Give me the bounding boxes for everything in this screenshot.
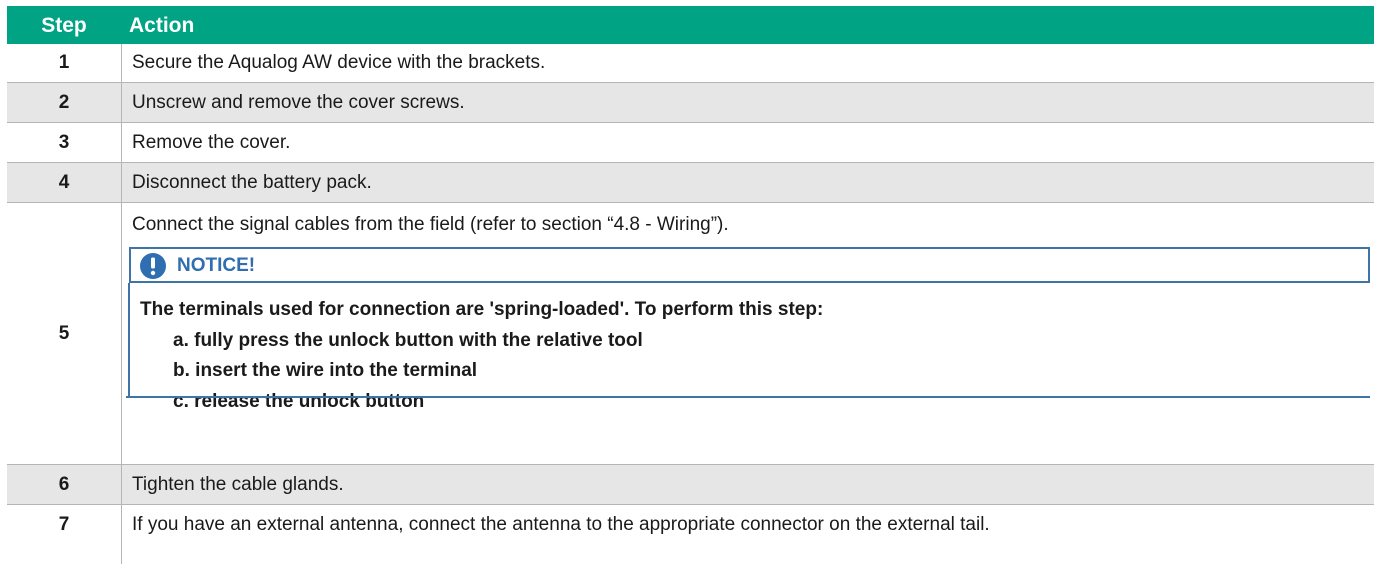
notice-divider (126, 396, 1370, 398)
step-action: Remove the cover. (132, 132, 291, 153)
table-row: 3 Remove the cover. (7, 122, 1374, 163)
step-number: 2 (58, 92, 70, 113)
step-action: Tighten the cable glands. (132, 474, 344, 495)
step-number: 3 (58, 132, 70, 153)
table-row: 5 Connect the signal cables from the fie… (7, 202, 1374, 465)
step-action: Unscrew and remove the cover screws. (132, 92, 465, 113)
table-row: 1 Secure the Aqualog AW device with the … (7, 44, 1374, 82)
notice-item: c. release the unlock button (173, 391, 425, 412)
notice-text: The terminals used for connection are 's… (140, 299, 824, 320)
step-number: 5 (58, 323, 70, 344)
step-number: 4 (58, 172, 70, 193)
table-row: 7 If you have an external antenna, conne… (7, 504, 1374, 545)
step-action: Connect the signal cables from the field… (132, 214, 729, 235)
notice-item: b. insert the wire into the terminal (173, 360, 478, 381)
notice-item: a. fully press the unlock button with th… (173, 330, 643, 351)
table-row: 6 Tighten the cable glands. (7, 464, 1374, 505)
step-number: 7 (58, 514, 70, 535)
table-header: Step Action (7, 6, 1374, 44)
step-action: If you have an external antenna, connect… (132, 514, 990, 535)
table-row: 2 Unscrew and remove the cover screws. (7, 82, 1374, 123)
notice-box: NOTICE! (129, 247, 1370, 283)
notice-title: NOTICE! (177, 255, 256, 276)
step-action: Secure the Aqualog AW device with the br… (132, 52, 546, 73)
column-divider (121, 44, 122, 564)
steps-table: Step Action 1 Secure the Aqualog AW devi… (7, 6, 1374, 564)
header-action: Action (129, 14, 195, 37)
header-step: Step (41, 14, 87, 37)
table-row: 4 Disconnect the battery pack. (7, 162, 1374, 203)
step-number: 6 (58, 474, 70, 495)
notice-border (128, 283, 130, 397)
exclamation-circle-icon (139, 252, 167, 280)
step-action: Disconnect the battery pack. (132, 172, 372, 193)
step-number: 1 (58, 52, 70, 73)
